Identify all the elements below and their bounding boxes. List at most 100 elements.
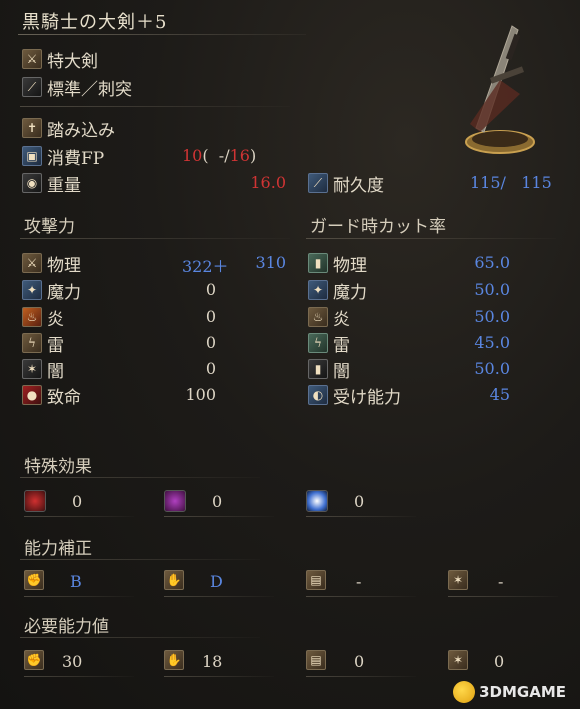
divider <box>24 676 134 677</box>
skill-icon: ✝ <box>22 118 42 138</box>
category-icon: ⚔ <box>22 49 42 69</box>
divider <box>20 637 260 638</box>
guard-physical-icon: ▮ <box>308 253 328 273</box>
divider <box>306 238 556 239</box>
divider <box>24 516 134 517</box>
guard-row-magic: ✦ 魔力 <box>308 279 367 303</box>
fp-icon: ▣ <box>22 146 42 166</box>
guard-label: 物理 <box>333 255 367 276</box>
guard-lightning-value: 45.0 <box>474 333 510 352</box>
attack-magic-value: 0 <box>205 280 216 299</box>
guard-physical-value: 65.0 <box>474 253 510 272</box>
fp-row: ▣ 消費FP <box>22 145 105 169</box>
attack-label: 魔力 <box>47 282 81 303</box>
divider <box>20 106 290 107</box>
guard-label: 闇 <box>333 361 350 382</box>
attack-row-lightning: ϟ 雷 <box>22 332 64 356</box>
divider <box>164 676 274 677</box>
attack-row-magic: ✦ 魔力 <box>22 279 81 303</box>
durability-value: 115/ 115 <box>470 173 552 192</box>
attack-type-row: ⟋ 標準／刺突 <box>22 76 132 100</box>
fp-cost: 10 <box>182 146 203 165</box>
attack-critical-value: 100 <box>185 385 216 404</box>
lightning-icon: ϟ <box>22 333 42 353</box>
guard-lightning-icon: ϟ <box>308 333 328 353</box>
bleed-effect-icon <box>24 490 46 512</box>
dexterity-icon: ✋ <box>164 570 184 590</box>
scaling-strength: B <box>70 572 82 591</box>
divider <box>306 676 416 677</box>
weapon-skill: 踏み込み <box>47 120 115 141</box>
attack-row-dark: ✶ 闇 <box>22 358 64 382</box>
physical-icon: ⚔ <box>22 253 42 273</box>
attack-title: 攻撃力 <box>24 217 75 237</box>
durability-icon: ⟋ <box>308 173 328 193</box>
attack-fire-value: 0 <box>205 307 216 326</box>
scaling-faith: - <box>498 572 504 591</box>
scaling-dexterity: D <box>210 572 223 591</box>
dark-icon: ✶ <box>22 359 42 379</box>
weapon-category: 特大剣 <box>47 51 98 72</box>
attack-label: 炎 <box>47 309 64 330</box>
faith-icon: ✶ <box>448 570 468 590</box>
divider <box>20 238 290 239</box>
durability-label: 耐久度 <box>333 175 384 196</box>
effect-value-1: 0 <box>72 492 83 511</box>
guard-row-physical: ▮ 物理 <box>308 252 367 276</box>
strength-req-icon: ✊ <box>24 650 44 670</box>
divider <box>24 596 134 597</box>
divider <box>306 596 416 597</box>
attack-label: 雷 <box>47 335 64 356</box>
weapon-category-row: ⚔ 特大剣 <box>22 48 98 72</box>
attack-label: 闇 <box>47 361 64 382</box>
attack-type: 標準／刺突 <box>47 79 132 100</box>
attack-label: 致命 <box>47 387 81 408</box>
intelligence-req-icon: ▤ <box>306 650 326 670</box>
divider <box>164 596 274 597</box>
guard-dark-icon: ▮ <box>308 359 328 379</box>
attack-physical-bonus: 310 <box>255 253 286 272</box>
divider <box>20 559 260 560</box>
fp-paren-close: ) <box>249 146 257 165</box>
effect-value-3: 0 <box>354 492 365 511</box>
guard-fire-icon: ♨ <box>308 307 328 327</box>
divider <box>448 596 558 597</box>
critical-icon: ● <box>22 385 42 405</box>
weight-row: ◉ 重量 <box>22 172 81 196</box>
req-intelligence: 0 <box>354 652 365 671</box>
attack-type-icon: ⟋ <box>22 77 42 97</box>
poison-effect-icon <box>164 490 186 512</box>
divider <box>164 516 274 517</box>
watermark-logo-icon <box>453 681 476 703</box>
scaling-intelligence: - <box>356 572 362 591</box>
attack-row-physical: ⚔ 物理 <box>22 252 81 276</box>
durability-max: 115 <box>521 173 552 192</box>
attack-dark-value: 0 <box>205 359 216 378</box>
attack-lightning-value: 0 <box>205 333 216 352</box>
guard-label: 魔力 <box>333 282 367 303</box>
watermark-text: 3DMGAME <box>479 683 566 701</box>
fp-value: 10( -/16) <box>182 146 256 165</box>
fp-label: 消費FP <box>47 148 105 169</box>
req-strength: 30 <box>62 652 83 671</box>
attack-label: 物理 <box>47 255 81 276</box>
durability-row: ⟋ 耐久度 <box>308 172 384 196</box>
guard-row-fire: ♨ 炎 <box>308 306 350 330</box>
stability-icon: ◐ <box>308 385 328 405</box>
guard-row-dark: ▮ 闇 <box>308 358 350 382</box>
guard-row-stability: ◐ 受け能力 <box>308 384 401 408</box>
guard-dark-value: 50.0 <box>474 359 510 378</box>
attack-row-critical: ● 致命 <box>22 384 81 408</box>
fp-mid: -/ <box>218 146 230 165</box>
durability-current: 115/ <box>470 173 506 192</box>
guard-fire-value: 50.0 <box>474 307 510 326</box>
strength-icon: ✊ <box>24 570 44 590</box>
fire-icon: ♨ <box>22 307 42 327</box>
guard-magic-icon: ✦ <box>308 280 328 300</box>
weapon-name: 黒騎士の大剣＋5 <box>22 12 168 33</box>
faith-req-icon: ✶ <box>448 650 468 670</box>
guard-stability-value: 45 <box>489 385 510 404</box>
skill-row: ✝ 踏み込み <box>22 117 115 141</box>
intelligence-icon: ▤ <box>306 570 326 590</box>
divider <box>306 516 416 517</box>
